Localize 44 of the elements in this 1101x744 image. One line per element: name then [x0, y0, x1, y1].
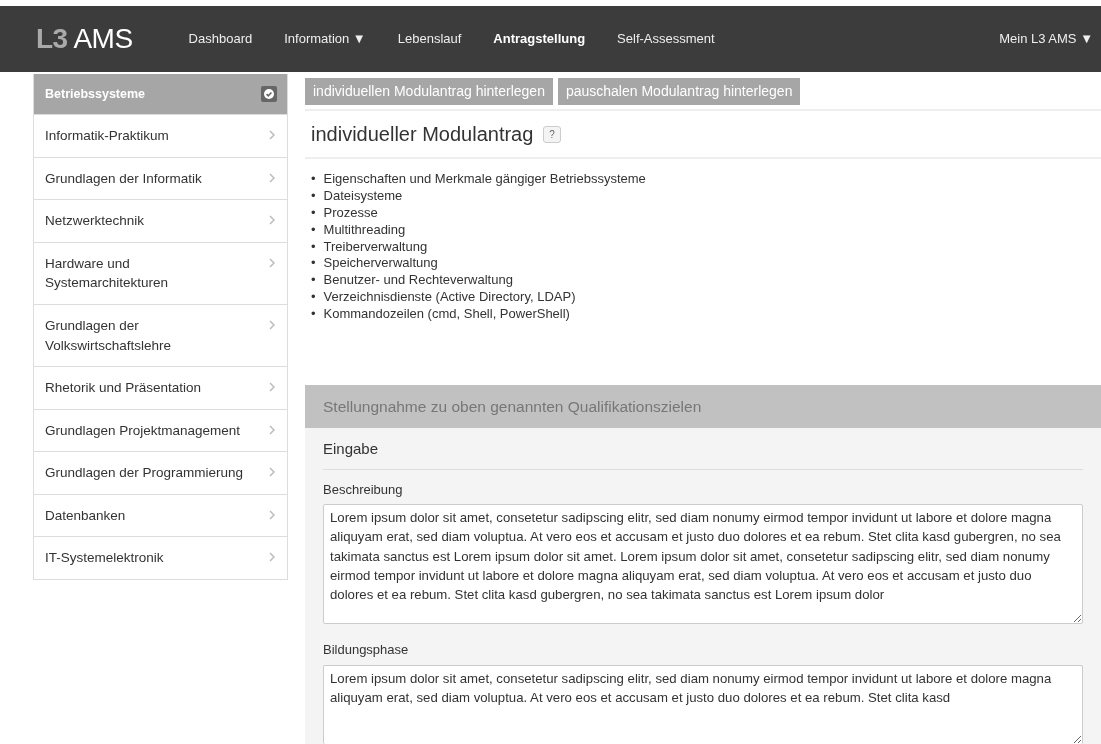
- nav-link[interactable]: Antragstellung: [477, 29, 602, 49]
- chevron-right-icon: [269, 215, 275, 226]
- panel-header: Stellungnahme zu oben genannten Qualifikationszielen: [305, 385, 1101, 429]
- check-icon: [261, 86, 277, 102]
- list-item: Prozesse: [323, 204, 378, 222]
- section-title: Eingabe: [323, 438, 1083, 470]
- chevron-right-icon: [269, 130, 275, 141]
- bullet: •: [311, 272, 316, 290]
- bullet: •: [311, 306, 316, 323]
- bullet: •: [311, 171, 316, 188]
- chevron-right-icon: [269, 319, 275, 330]
- user-menu[interactable]: Mein L3 AMS ▼: [999, 29, 1101, 49]
- list-item: Verzeichnisdienste (Active Directory, LDAP): [323, 289, 576, 307]
- list-item: Multithreading: [323, 221, 406, 239]
- field-label: Bildungsphase: [323, 641, 410, 660]
- bullet: •: [311, 204, 316, 222]
- list-item: Dateisysteme: [323, 187, 403, 205]
- bullet: •: [311, 221, 316, 239]
- nav-link[interactable]: Information ▼: [268, 29, 382, 49]
- list-item: Kommandozeilen (cmd, Shell, PowerShell): [323, 306, 570, 323]
- list-item: Treiberverwaltung: [323, 238, 428, 256]
- chevron-right-icon: [269, 552, 275, 563]
- list-item: Eigenschaften und Merkmale gängiger Betriebssysteme: [323, 171, 646, 188]
- field-label: Beschreibung: [323, 480, 404, 499]
- list-item: Benutzer- und Rechteverwaltung: [323, 272, 513, 290]
- text-area[interactable]: Lorem ipsum dolor sit amet, consetetur sadipscing elitr, sed diam nonumy eirmod tempor invidunt ut labore et dolore magna aliquyam erat, sed diam voluptua. At vero eos et accusam et justo duo dolores et ea rebum. Stet clita kasd gubergren, no sea takimata sanctus est Lorem ipsum dolor sit amet. Lorem ipsum dolor sit amet, consetetur sadipscing elitr, sed diam nonumy eirmod tempor invidunt ut labore et dolore magna aliquyam erat, sed diam voluptua. At vero eos et accusam et justo duo dolores et ea rebum. Stet clita kasd gubergren, no sea takimata sanctus est Lorem ipsum dolor: [323, 504, 1083, 625]
- nav-link[interactable]: Dashboard: [172, 29, 269, 49]
- logo[interactable]: L3 AMS: [36, 18, 133, 60]
- chevron-right-icon: [269, 382, 275, 393]
- bullet: •: [311, 255, 316, 273]
- bullet: •: [311, 238, 316, 256]
- nav-link[interactable]: Lebenslauf: [381, 29, 478, 49]
- bullet: •: [311, 187, 316, 205]
- chevron-right-icon: [269, 424, 275, 435]
- chevron-right-icon: [269, 467, 275, 478]
- help-button[interactable]: ?: [543, 125, 561, 143]
- chevron-right-icon: [269, 509, 275, 520]
- nav-link[interactable]: Self-Assessment: [601, 29, 731, 49]
- chevron-right-icon: [269, 257, 275, 268]
- bullet: •: [311, 289, 316, 307]
- page-heading: individueller Modulantrag: [311, 122, 534, 147]
- text-area[interactable]: Lorem ipsum dolor sit amet, consetetur sadipscing elitr, sed diam nonumy eirmod tempor invidunt ut labore et dolore magna aliquyam erat, sed diam voluptua. At vero eos et accusam et justo duo dolores et ea rebum. Stet clita kasd: [323, 664, 1083, 744]
- list-item: Speicherverwaltung: [323, 255, 438, 273]
- chevron-right-icon: [269, 172, 275, 183]
